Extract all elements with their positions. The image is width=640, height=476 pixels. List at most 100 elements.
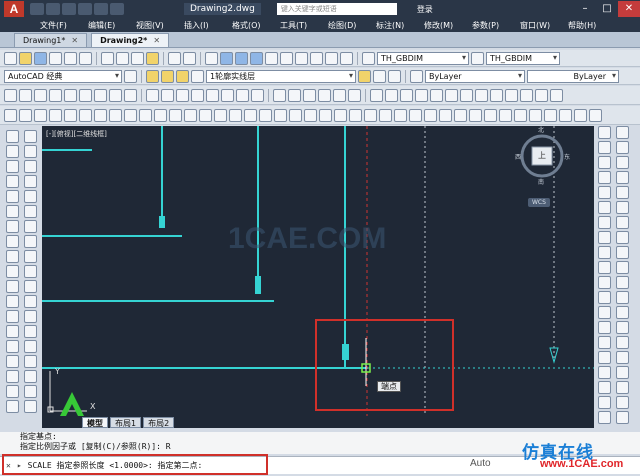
dimension-icon[interactable]: [598, 231, 611, 244]
dimension-icon[interactable]: [598, 156, 611, 169]
tool-icon[interactable]: [288, 88, 301, 102]
autocad-logo[interactable]: A: [4, 1, 24, 17]
maximize-button[interactable]: □: [596, 1, 618, 17]
color-select[interactable]: ByLayer: [425, 69, 525, 83]
dimension-icon[interactable]: [598, 126, 611, 139]
hatch-icon[interactable]: [6, 340, 19, 353]
snap-icon[interactable]: [424, 108, 437, 122]
tool-icon[interactable]: [176, 88, 189, 102]
login-link[interactable]: 登录: [417, 4, 433, 15]
tool-icon[interactable]: [505, 88, 518, 102]
snap-icon[interactable]: [139, 108, 152, 122]
view-icon[interactable]: [616, 201, 629, 214]
dimension-icon[interactable]: [598, 396, 611, 409]
close-tab-icon[interactable]: ✕: [153, 34, 160, 47]
new-icon[interactable]: [4, 51, 17, 65]
layer-lock-icon[interactable]: [191, 69, 204, 83]
dimension-icon[interactable]: [598, 201, 611, 214]
break-icon[interactable]: [24, 295, 37, 308]
scale-icon[interactable]: [24, 235, 37, 248]
markup-icon[interactable]: [325, 51, 338, 65]
close-tab-icon[interactable]: ✕: [71, 34, 78, 47]
new-file-icon[interactable]: [30, 3, 44, 15]
cut-icon[interactable]: [101, 51, 114, 65]
copy-icon[interactable]: [116, 51, 129, 65]
snap-icon[interactable]: [169, 108, 182, 122]
dimension-icon[interactable]: [598, 411, 611, 424]
snap-icon[interactable]: [94, 108, 107, 122]
mtext-icon[interactable]: [6, 400, 19, 413]
view-icon[interactable]: [616, 126, 629, 139]
match-properties-icon[interactable]: [146, 51, 159, 65]
dimension-icon[interactable]: [598, 141, 611, 154]
view-icon[interactable]: [616, 396, 629, 409]
tool-icon[interactable]: [490, 88, 503, 102]
snap-icon[interactable]: [184, 108, 197, 122]
snap-icon[interactable]: [49, 108, 62, 122]
snap-icon[interactable]: [409, 108, 422, 122]
snap-icon[interactable]: [304, 108, 317, 122]
tool-icon[interactable]: [49, 88, 62, 102]
view-icon[interactable]: [616, 246, 629, 259]
tool-icon[interactable]: [318, 88, 331, 102]
tool-icon[interactable]: [64, 88, 77, 102]
snap-icon[interactable]: [154, 108, 167, 122]
viewcube-south[interactable]: 南: [538, 177, 544, 186]
snap-icon[interactable]: [319, 108, 332, 122]
snap-icon[interactable]: [394, 108, 407, 122]
menu-view[interactable]: 视图(V): [136, 20, 184, 31]
view-icon[interactable]: [616, 381, 629, 394]
move-icon[interactable]: [24, 205, 37, 218]
tool-icon[interactable]: [206, 88, 219, 102]
tool-icon[interactable]: [79, 88, 92, 102]
menu-help[interactable]: 帮助(H): [568, 20, 616, 31]
stretch-icon[interactable]: [24, 250, 37, 263]
fillet-icon[interactable]: [24, 340, 37, 353]
snap-icon[interactable]: [109, 108, 122, 122]
layer-properties-icon[interactable]: [146, 69, 159, 83]
workspace-settings-icon[interactable]: [124, 69, 137, 83]
menu-format[interactable]: 格式(O): [232, 20, 280, 31]
point-icon[interactable]: [6, 325, 19, 338]
spline-icon[interactable]: [6, 250, 19, 263]
ellipse-arc-icon[interactable]: [6, 280, 19, 293]
design-center-icon[interactable]: [280, 51, 293, 65]
undo-icon[interactable]: [168, 51, 181, 65]
undo-icon[interactable]: [94, 3, 108, 15]
snap-icon[interactable]: [229, 108, 242, 122]
modify-icon[interactable]: [24, 385, 37, 398]
dimension-icon[interactable]: [598, 336, 611, 349]
dimension-icon[interactable]: [598, 276, 611, 289]
workspace-select[interactable]: AutoCAD 经典: [4, 69, 122, 83]
print-icon[interactable]: [49, 51, 62, 65]
menu-dimension[interactable]: 标注(N): [376, 20, 424, 31]
tool-icon[interactable]: [303, 88, 316, 102]
snap-icon[interactable]: [259, 108, 272, 122]
redo-icon[interactable]: [110, 3, 124, 15]
tool-icon[interactable]: [535, 88, 548, 102]
tool-icon[interactable]: [109, 88, 122, 102]
snap-icon[interactable]: [274, 108, 287, 122]
dimstyle-select-1[interactable]: TH_GBDIM: [377, 51, 469, 65]
tab-layout2[interactable]: 布局2: [143, 416, 175, 428]
print-icon[interactable]: [78, 3, 92, 15]
extend-icon[interactable]: [24, 280, 37, 293]
gradient-icon[interactable]: [6, 355, 19, 368]
view-icon[interactable]: [616, 351, 629, 364]
mirror-icon[interactable]: [24, 160, 37, 173]
region-icon[interactable]: [6, 370, 19, 383]
snap-icon[interactable]: [334, 108, 347, 122]
snap-icon[interactable]: [529, 108, 542, 122]
zoom-realtime-icon[interactable]: [220, 51, 233, 65]
offset-icon[interactable]: [24, 175, 37, 188]
tool-icon[interactable]: [273, 88, 286, 102]
arc-icon[interactable]: [6, 205, 19, 218]
sheet-set-icon[interactable]: [310, 51, 323, 65]
viewcube-west[interactable]: 西: [515, 152, 521, 161]
table-icon[interactable]: [6, 385, 19, 398]
wcs-menu[interactable]: WCS: [528, 198, 550, 207]
tab-drawing2[interactable]: Drawing2* ✕: [91, 33, 170, 47]
tool-icon[interactable]: [400, 88, 413, 102]
tool-icon[interactable]: [146, 88, 159, 102]
tool-palettes-icon[interactable]: [295, 51, 308, 65]
